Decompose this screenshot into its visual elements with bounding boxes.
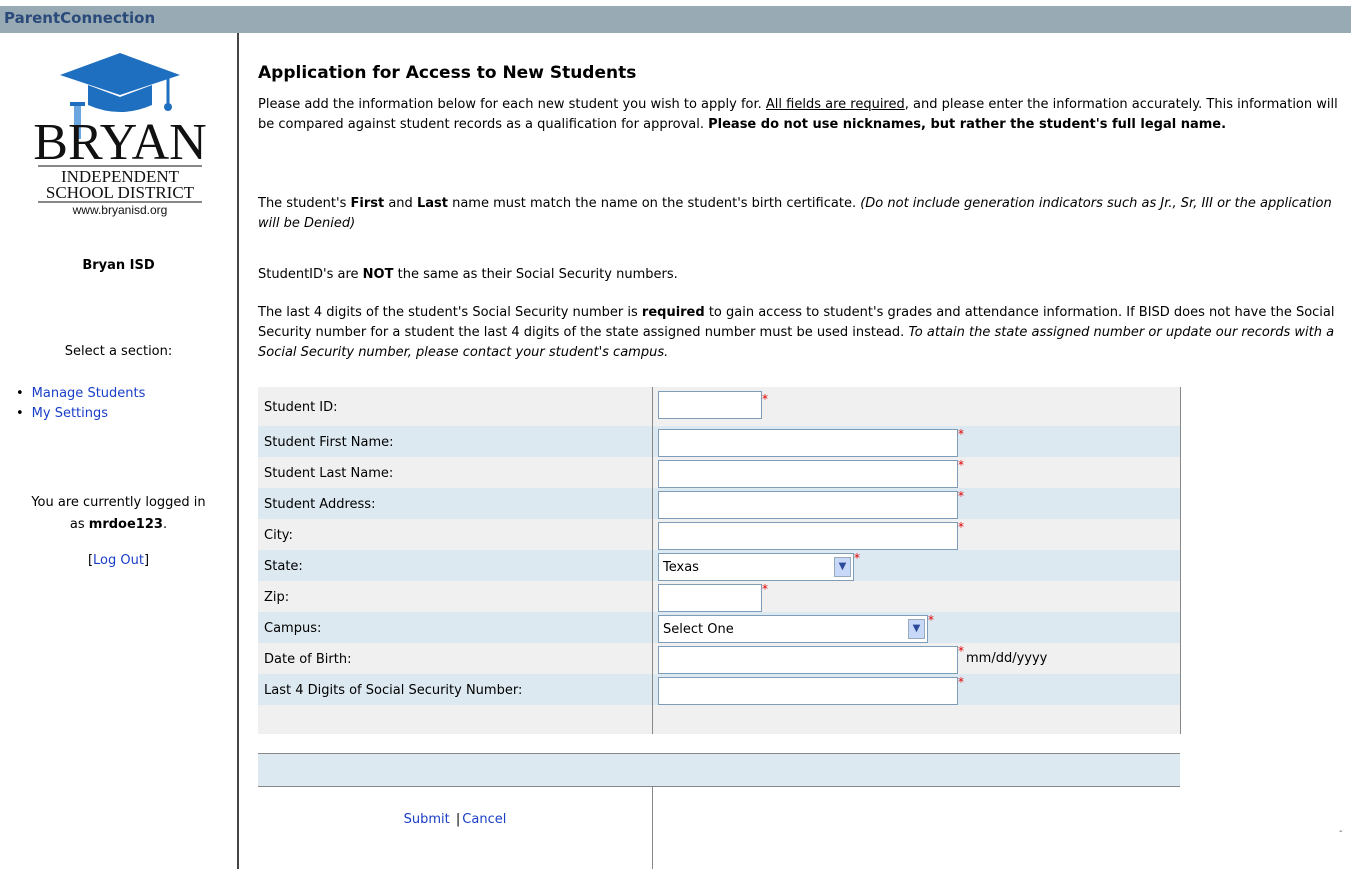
username: mrdoe123 xyxy=(88,517,163,532)
app-title: ParentConnection xyxy=(4,9,156,27)
required-marker: * xyxy=(958,520,964,534)
chevron-down-icon[interactable]: ▼ xyxy=(834,557,851,577)
cancel-link[interactable]: Cancel xyxy=(462,812,506,827)
row-zip: Zip: * xyxy=(258,581,1181,612)
dob-input[interactable] xyxy=(658,646,958,674)
row-spacer xyxy=(258,705,1181,734)
nickname-warning: Please do not use nicknames, but rather … xyxy=(708,117,1227,132)
form-actions: Submit | Cancel xyxy=(258,812,652,827)
first-name-label: Student First Name: xyxy=(264,435,394,450)
zip-input[interactable] xyxy=(658,584,762,612)
name-match-paragraph: The student's First and Last name must m… xyxy=(258,194,1338,234)
zip-label: Zip: xyxy=(264,590,290,605)
p2-first: First xyxy=(350,196,385,211)
row-dob: Date of Birth: * mm/dd/yyyy xyxy=(258,643,1181,674)
nav-item-manage-students: Manage Students xyxy=(30,384,146,404)
logo-name: BRYAN xyxy=(33,114,206,171)
required-marker: * xyxy=(958,675,964,689)
submit-link[interactable]: Submit xyxy=(404,812,450,827)
first-name-input[interactable] xyxy=(658,429,958,457)
campus-selected-value: Select One xyxy=(663,622,734,637)
required-marker: * xyxy=(854,551,860,565)
row-address: Student Address: * xyxy=(258,488,1181,519)
action-separator: | xyxy=(455,812,461,827)
ssn4-label: Last 4 Digits of Social Security Number: xyxy=(264,683,523,698)
instructions-paragraph: Please add the information below for eac… xyxy=(258,95,1338,135)
student-id-input[interactable] xyxy=(658,391,762,419)
sidebar: BRYAN INDEPENDENT SCHOOL DISTRICT www.br… xyxy=(0,33,239,869)
state-selected-value: Texas xyxy=(663,560,699,575)
p3-text-b: the same as their Social Security number… xyxy=(393,267,678,282)
row-first-name: Student First Name: * xyxy=(258,426,1181,457)
login-prefix: You are currently logged in xyxy=(31,495,206,510)
p2-last: Last xyxy=(416,196,448,211)
row-campus: Campus: Select One ▼ * xyxy=(258,612,1181,643)
logout-bracket-close: ] xyxy=(143,553,150,568)
logout-link[interactable]: Log Out xyxy=(93,553,144,568)
district-name: Bryan ISD xyxy=(82,258,155,273)
student-id-note: StudentID's are NOT the same as their So… xyxy=(258,265,1338,285)
logout: [Log Out] xyxy=(0,553,237,568)
dob-label: Date of Birth: xyxy=(264,652,352,667)
p1-text-a: Please add the information below for eac… xyxy=(258,97,766,112)
login-as: as xyxy=(69,517,85,532)
p2-text-a: The student's xyxy=(258,196,351,211)
select-section-label: Select a section: xyxy=(64,344,173,359)
divider xyxy=(258,786,1180,787)
required-marker: * xyxy=(928,613,934,627)
page-title: Application for Access to New Students xyxy=(258,63,637,83)
manage-students-link[interactable]: Manage Students xyxy=(32,386,146,401)
required-marker: * xyxy=(762,582,768,596)
application-form: Student ID: * Student First Name: * Stud… xyxy=(258,387,1181,734)
required-marker: * xyxy=(958,458,964,472)
ssn-paragraph: The last 4 digits of the student's Socia… xyxy=(258,303,1338,363)
dob-format-hint: mm/dd/yyyy xyxy=(966,651,1048,666)
p2-and: and xyxy=(384,196,417,211)
address-label: Student Address: xyxy=(264,497,376,512)
login-suffix: . xyxy=(162,517,168,532)
required-marker: * xyxy=(762,392,768,406)
state-label: State: xyxy=(264,559,303,574)
address-input[interactable] xyxy=(658,491,958,519)
campus-select[interactable]: Select One ▼ xyxy=(658,615,928,643)
row-last-name: Student Last Name: * xyxy=(258,457,1181,488)
campus-label: Campus: xyxy=(264,621,322,636)
last-name-label: Student Last Name: xyxy=(264,466,394,481)
login-status: You are currently logged in as mrdoe123. xyxy=(0,492,237,536)
graduation-cap-logo-icon: BRYAN INDEPENDENT SCHOOL DISTRICT www.br… xyxy=(33,53,207,217)
required-marker: * xyxy=(958,644,964,658)
p4-text-a: The last 4 digits of the student's Socia… xyxy=(258,305,642,320)
required-marker: * xyxy=(958,489,964,503)
top-bar: ParentConnection xyxy=(0,6,1351,33)
row-city: City: * xyxy=(258,519,1181,550)
p2-text-b: name must match the name on the student'… xyxy=(447,196,861,211)
ssn4-input[interactable] xyxy=(658,677,958,705)
divider xyxy=(652,787,653,869)
city-input[interactable] xyxy=(658,522,958,550)
p4-required: required xyxy=(641,305,705,320)
required-marker: * xyxy=(958,427,964,441)
last-name-input[interactable] xyxy=(658,460,958,488)
row-ssn4: Last 4 Digits of Social Security Number:… xyxy=(258,674,1181,705)
district-logo: BRYAN INDEPENDENT SCHOOL DISTRICT www.br… xyxy=(20,47,220,217)
chevron-down-icon[interactable]: ▼ xyxy=(908,619,925,639)
p3-not: NOT xyxy=(362,267,394,282)
logo-url: www.bryanisd.org xyxy=(72,203,168,217)
row-state: State: Texas ▼ * xyxy=(258,550,1181,581)
city-label: City: xyxy=(264,528,293,543)
section-nav: Manage Students My Settings xyxy=(30,384,146,424)
logo-line2: SCHOOL DISTRICT xyxy=(46,183,195,202)
my-settings-link[interactable]: My Settings xyxy=(32,406,108,421)
p3-text-a: StudentID's are xyxy=(258,267,363,282)
state-select[interactable]: Texas ▼ xyxy=(658,553,854,581)
form-footer-bar xyxy=(258,753,1180,786)
student-id-label: Student ID: xyxy=(264,400,338,415)
nav-item-my-settings: My Settings xyxy=(30,404,145,424)
all-fields-required: All fields are required xyxy=(765,97,905,112)
decorative-dot: - xyxy=(1339,826,1343,837)
row-student-id: Student ID: * xyxy=(258,387,1181,426)
